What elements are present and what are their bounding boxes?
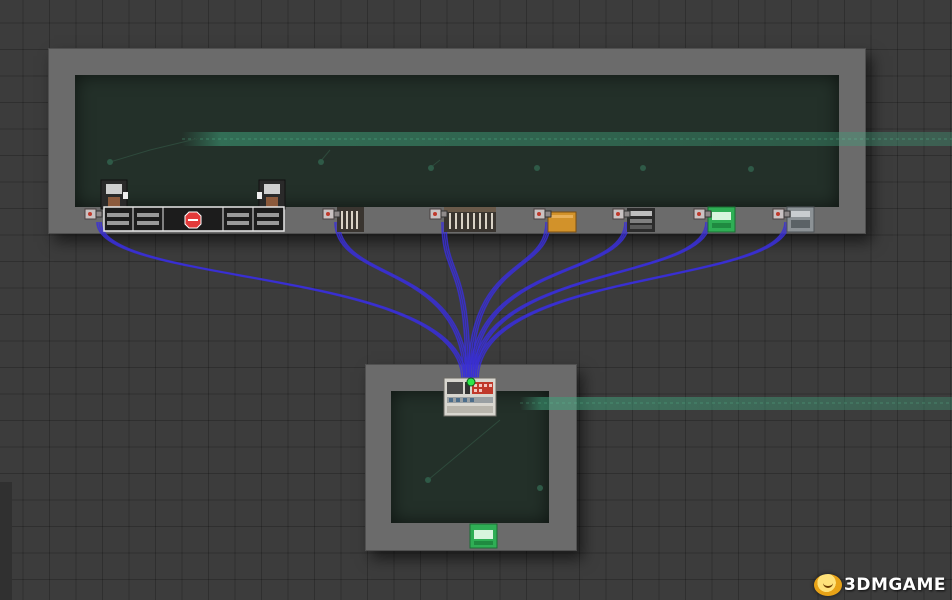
wall-port-icon[interactable] xyxy=(322,208,341,220)
watermark-text: 3DMGAME xyxy=(844,575,946,595)
watermark: 3DMGAME xyxy=(814,574,946,596)
wide-grill-station[interactable] xyxy=(444,207,496,232)
gray-terminal[interactable] xyxy=(786,206,815,233)
hub-status-light xyxy=(466,377,476,387)
wire xyxy=(471,221,628,381)
machine-console[interactable] xyxy=(627,208,655,232)
wall-port-icon[interactable] xyxy=(84,208,103,220)
mascot-face-icon xyxy=(814,574,842,596)
wire xyxy=(473,221,630,381)
wire xyxy=(475,221,788,381)
wire-bundle xyxy=(96,221,790,381)
green-door-terminal[interactable] xyxy=(469,523,498,549)
green-terminal[interactable] xyxy=(707,206,736,233)
vending-machine-right[interactable] xyxy=(257,179,286,210)
gas-trail-top xyxy=(182,132,952,146)
wire xyxy=(477,221,790,381)
wall-port-icon[interactable] xyxy=(612,208,631,220)
orange-crate[interactable] xyxy=(547,211,577,233)
vending-machine-left[interactable] xyxy=(100,179,128,210)
wire xyxy=(98,221,465,381)
gas-trail-bottom xyxy=(520,397,952,410)
game-scene xyxy=(84,132,952,549)
wire xyxy=(96,221,463,381)
wall-port-icon[interactable] xyxy=(772,208,791,220)
wire xyxy=(469,221,626,381)
wall-port-icon[interactable] xyxy=(693,208,712,220)
wall-port-icon[interactable] xyxy=(533,208,552,220)
wire xyxy=(100,221,467,381)
wall-port-icon[interactable] xyxy=(429,208,448,220)
grill-station[interactable] xyxy=(337,207,364,232)
wire xyxy=(473,221,786,381)
stop-sign-icon xyxy=(184,211,202,229)
